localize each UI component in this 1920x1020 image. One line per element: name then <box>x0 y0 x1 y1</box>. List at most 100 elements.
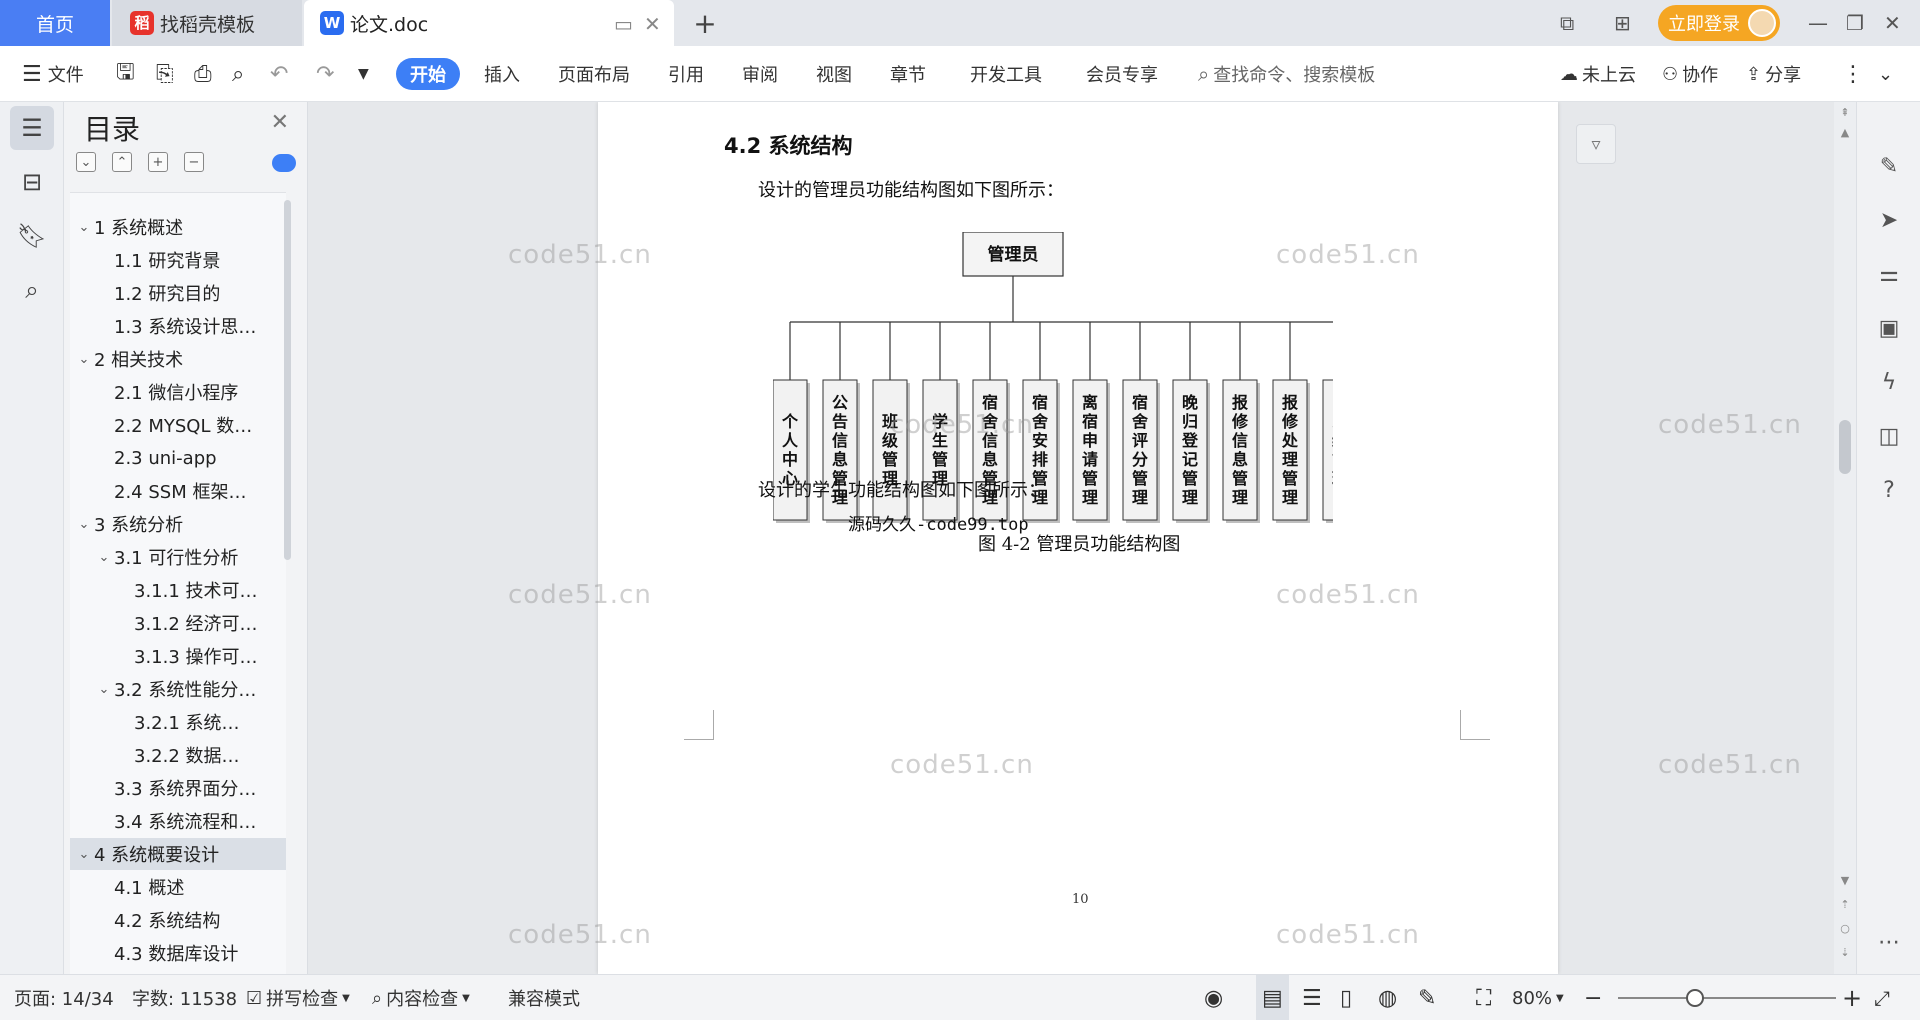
chevron-down-icon[interactable]: ⌄ <box>74 517 94 532</box>
toc-item[interactable]: 3.1.1 技术可… <box>70 574 286 606</box>
navigation-icon[interactable]: ⊟ <box>10 160 54 204</box>
zoom-slider-knob[interactable] <box>1686 989 1704 1007</box>
tab-pin-icon[interactable]: ▭ <box>614 12 633 36</box>
content-check-button[interactable]: ⌕ 内容检查 ▼ <box>372 975 470 1020</box>
collapse-panel-icon[interactable]: ▿ <box>1576 124 1616 164</box>
tab-home[interactable]: 首页 <box>0 0 110 46</box>
tab-developer[interactable]: 开发工具 <box>970 46 1042 102</box>
tab-references[interactable]: 引用 <box>668 46 704 102</box>
layout-icon[interactable]: ⧉ <box>1560 0 1574 46</box>
zoom-slider[interactable] <box>1618 997 1836 999</box>
toc-item[interactable]: 4.2 系统结构 <box>70 904 286 936</box>
scroll-down-icon[interactable]: ▼ <box>1838 874 1852 890</box>
image-tool-icon[interactable]: ▣ <box>1869 308 1909 348</box>
page-view-icon[interactable]: ▤ <box>1256 975 1289 1020</box>
zoom-in-icon[interactable]: + <box>1842 975 1862 1020</box>
file-menu-button[interactable]: ☰ 文件 <box>22 46 84 102</box>
save-icon[interactable]: 🖫 <box>116 46 135 102</box>
write-view-icon[interactable]: ✎ <box>1418 975 1436 1020</box>
toc-item[interactable]: 1.1 研究背景 <box>70 244 286 276</box>
undo-icon[interactable]: ↶ <box>270 46 288 102</box>
more-icon[interactable]: ⋮ <box>1842 46 1864 102</box>
toc-scrollbar[interactable] <box>284 200 291 560</box>
zoom-level[interactable]: 80% ▼ <box>1512 975 1564 1020</box>
chevron-down-icon[interactable]: ⌄ <box>94 550 114 565</box>
collapse-ribbon-icon[interactable]: ⌄ <box>1878 46 1893 102</box>
bookmark-icon[interactable]: 🔖︎ <box>10 214 54 258</box>
zoom-out-icon[interactable]: − <box>1584 975 1602 1020</box>
toc-item[interactable]: 4.3 数据库设计 <box>70 937 286 969</box>
eye-protection-icon[interactable]: ◉ <box>1204 975 1223 1020</box>
toc-item[interactable]: 1.2 研究目的 <box>70 277 286 309</box>
outline-view-icon[interactable]: ☰ <box>1302 975 1322 1020</box>
prev-page-icon[interactable]: ⇡ <box>1838 898 1852 914</box>
toc-item[interactable]: 4.1 概述 <box>70 871 286 903</box>
toc-item[interactable]: ⌄ 2 相关技术 <box>70 343 286 375</box>
toc-item[interactable]: 3.4 系统流程和… <box>70 805 286 837</box>
grid-apps-icon[interactable]: ⊞ <box>1614 0 1631 46</box>
share-button[interactable]: ⇪ 分享 <box>1746 46 1801 102</box>
collapse-up-icon[interactable]: ⌃ <box>112 152 132 172</box>
print-preview-icon[interactable]: ⌕ <box>232 46 244 102</box>
expand-down-icon[interactable]: ⌄ <box>76 152 96 172</box>
toc-item[interactable]: ⌄ 3.1 可行性分析 <box>70 541 286 573</box>
tab-review[interactable]: 审阅 <box>742 46 778 102</box>
chevron-down-icon[interactable]: ⌄ <box>74 352 94 367</box>
toc-item[interactable]: 3.3 系统界面分… <box>70 772 286 804</box>
toc-item[interactable]: 2.2 MYSQL 数… <box>70 409 286 441</box>
toc-item[interactable]: 2.1 微信小程序 <box>70 376 286 408</box>
tab-document[interactable]: W 论文.doc ▭ ✕ <box>304 0 674 46</box>
toc-item[interactable]: ⌄ 1 系统概述 <box>70 211 286 243</box>
tab-close-icon[interactable]: ✕ <box>644 12 661 36</box>
find-icon[interactable]: ⌕ <box>10 268 54 312</box>
toc-toggle-icon[interactable] <box>272 154 296 172</box>
next-page-icon[interactable]: ⇣ <box>1838 946 1852 962</box>
toc-item[interactable]: ⌄ 3.2 系统性能分… <box>70 673 286 705</box>
collapse-all-icon[interactable]: − <box>184 152 204 172</box>
help-icon[interactable]: ? <box>1869 470 1909 510</box>
toc-item[interactable]: 2.3 uni-app <box>70 442 286 474</box>
restore-icon[interactable]: ❐ <box>1846 0 1864 46</box>
toc-item[interactable]: 2.4 SSM 框架… <box>70 475 286 507</box>
chevron-down-icon[interactable]: ⌄ <box>94 682 114 697</box>
print-icon[interactable]: ⎙ <box>194 46 212 102</box>
scroll-top-icon[interactable]: ⇞ <box>1838 106 1852 122</box>
chevron-down-icon[interactable]: ⌄ <box>74 220 94 235</box>
tab-view[interactable]: 视图 <box>816 46 852 102</box>
tab-page-layout[interactable]: 页面布局 <box>558 46 630 102</box>
edit-pen-icon[interactable]: ✎ <box>1869 146 1909 186</box>
fullscreen-icon[interactable]: ⤢ <box>1874 975 1890 1020</box>
tab-find-template[interactable]: 稻 找稻壳模板 <box>112 0 302 46</box>
command-search[interactable]: ⌕ 查找命令、搜索模板 <box>1198 46 1375 102</box>
reading-view-icon[interactable]: ▯ <box>1340 975 1352 1020</box>
expand-all-icon[interactable]: + <box>148 152 168 172</box>
tab-start[interactable]: 开始 <box>396 58 460 90</box>
collab-button[interactable]: ⚇ 协作 <box>1662 46 1718 102</box>
toc-panel-icon[interactable]: ☰ <box>10 106 54 150</box>
scrollbar-thumb[interactable] <box>1839 420 1851 474</box>
close-window-icon[interactable]: ✕ <box>1884 0 1901 46</box>
redo-icon[interactable]: ↷ <box>316 46 334 102</box>
tab-chapter[interactable]: 章节 <box>890 46 926 102</box>
web-view-icon[interactable]: ◍ <box>1378 975 1397 1020</box>
spell-check-button[interactable]: ☑ 拼写检查 ▼ <box>246 975 350 1020</box>
select-browse-icon[interactable]: ○ <box>1838 922 1852 938</box>
toc-item[interactable]: ⌄ 3 系统分析 <box>70 508 286 540</box>
toc-item[interactable]: ⌄ 4 系统概要设计 <box>70 838 286 870</box>
lightning-icon[interactable]: ϟ <box>1869 362 1909 402</box>
cloud-status-button[interactable]: ☁ 未上云 <box>1560 46 1636 102</box>
tab-member[interactable]: 会员专享 <box>1086 46 1158 102</box>
quick-access-dropdown-icon[interactable]: ▼ <box>358 46 369 102</box>
scroll-up-icon[interactable]: ▲ <box>1838 126 1852 142</box>
login-button[interactable]: 立即登录 <box>1658 5 1780 41</box>
read-mode-icon[interactable]: ◫ <box>1869 416 1909 456</box>
export-icon[interactable]: ⎘ <box>156 46 174 102</box>
vertical-scrollbar[interactable]: ⇞ ▲ ▼ ⇡ ○ ⇣ <box>1834 102 1856 974</box>
fit-page-icon[interactable]: ⛶ <box>1476 975 1491 1020</box>
toc-item[interactable]: 3.2.2 数据… <box>70 739 286 771</box>
adjust-sliders-icon[interactable]: ⚌ <box>1869 254 1909 294</box>
toc-item[interactable]: 3.2.1 系统… <box>70 706 286 738</box>
page-indicator[interactable]: 页面: 14/34 <box>14 975 114 1020</box>
toc-item[interactable]: 1.3 系统设计思… <box>70 310 286 342</box>
select-cursor-icon[interactable]: ➤ <box>1869 200 1909 240</box>
